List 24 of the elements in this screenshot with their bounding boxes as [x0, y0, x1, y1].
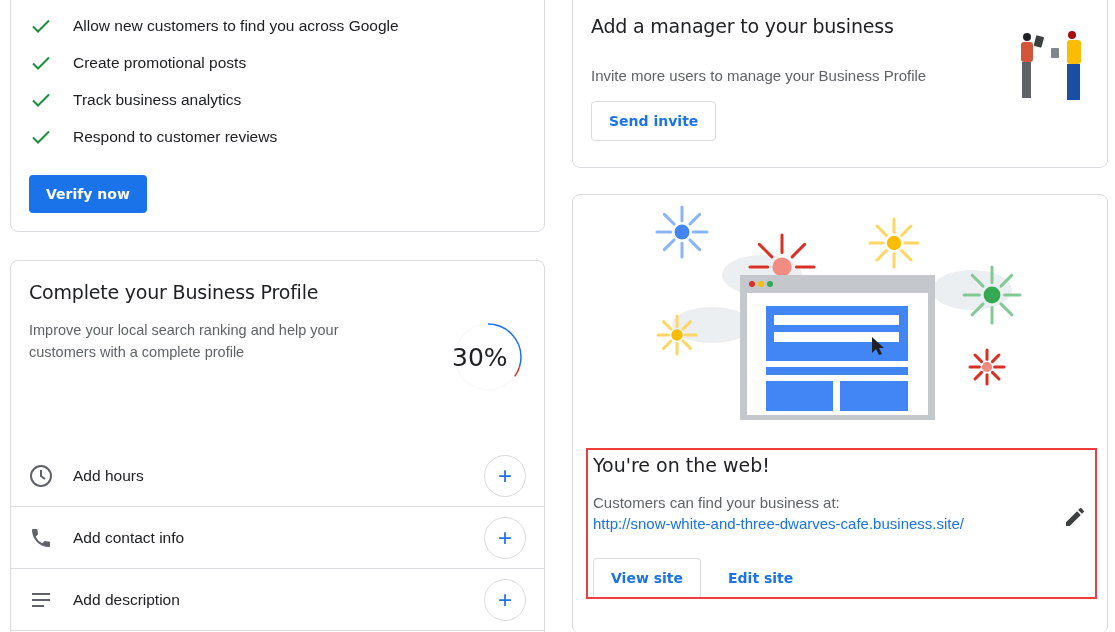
card-description: Invite more users to manage your Business Profile — [591, 66, 928, 86]
verify-now-button[interactable]: Verify now — [29, 175, 147, 213]
benefit-text: Track business analytics — [73, 90, 242, 109]
card-title: Add a manager to your business — [591, 15, 895, 37]
add-button[interactable]: + — [484, 454, 526, 497]
card-description: Customers can find your business at: — [593, 493, 841, 513]
profile-task-label: Add description — [73, 590, 181, 609]
benefit-text: Allow new customers to find you across Google — [73, 16, 399, 35]
site-button[interactable]: Edit site — [711, 558, 811, 597]
profile-task-label: Add contact info — [73, 528, 186, 547]
clock-icon — [29, 463, 53, 488]
add-button[interactable]: + — [484, 516, 526, 559]
send-invite-button[interactable]: Send invite — [591, 101, 717, 141]
profile-task-label: Add hours — [73, 466, 145, 485]
progress-percent: 30% — [452, 343, 508, 372]
benefit-text: Create promotional posts — [73, 53, 247, 72]
card-title: Complete your Business Profile — [29, 281, 320, 303]
card-description: Improve your local search ranking and help your customers with a complete profile — [29, 321, 340, 362]
card-title: You're on the web! — [593, 454, 771, 476]
benefit-text: Respond to customer reviews — [73, 127, 278, 146]
website-link[interactable]: http://snow-white-and-three-dwarves-cafe.business.site/ — [593, 515, 964, 532]
add-button[interactable]: + — [484, 578, 526, 621]
edit-icon[interactable] — [1063, 505, 1087, 529]
site-button[interactable]: View site — [593, 558, 701, 597]
